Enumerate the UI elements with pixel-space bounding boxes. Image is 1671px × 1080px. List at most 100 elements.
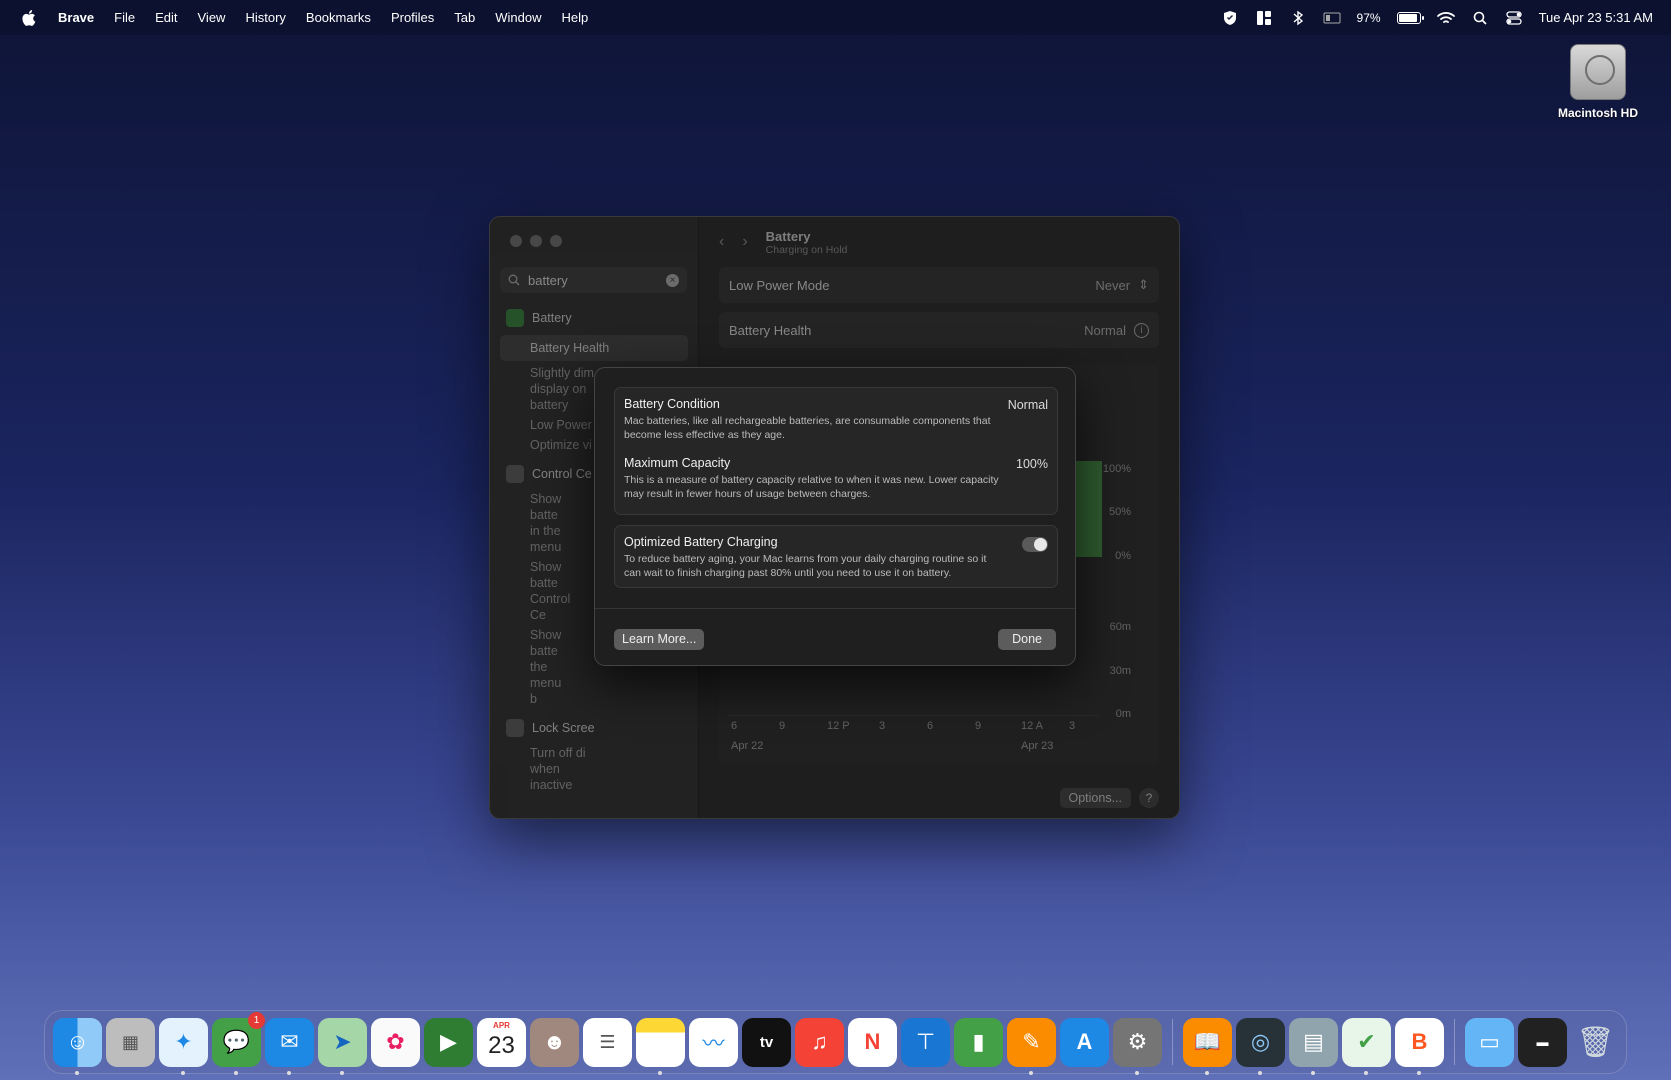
- books-icon[interactable]: 📖: [1183, 1017, 1232, 1075]
- sidebar-result-turn-off-display[interactable]: Turn off di when inactive: [500, 745, 590, 793]
- mail-icon[interactable]: ✉: [265, 1017, 314, 1075]
- settings-search-field[interactable]: battery ×: [500, 267, 687, 293]
- sidebar-item-lock-screen[interactable]: Lock Scree: [500, 715, 688, 741]
- minimize-window-button[interactable]: [530, 235, 542, 247]
- apple-menu-icon[interactable]: [20, 9, 38, 27]
- menu-tab[interactable]: Tab: [454, 10, 475, 25]
- display-icon[interactable]: [1323, 9, 1341, 27]
- trash-icon[interactable]: 🗑: [1571, 1018, 1620, 1067]
- contacts-icon[interactable]: ☻: [530, 1017, 579, 1067]
- battery-icon[interactable]: [1396, 11, 1424, 24]
- sidebar-item-battery[interactable]: Battery: [500, 305, 688, 331]
- clear-search-icon[interactable]: ×: [666, 273, 679, 287]
- optimized-charging-toggle[interactable]: [1022, 537, 1048, 552]
- bluetooth-icon[interactable]: [1289, 9, 1307, 27]
- facetime-icon[interactable]: ▶: [424, 1017, 473, 1067]
- finder-icon[interactable]: ☺: [53, 1017, 102, 1075]
- menubar-clock[interactable]: Tue Apr 23 5:31 AM: [1539, 10, 1653, 25]
- updown-chevron-icon: ⇕: [1138, 277, 1149, 292]
- low-power-select[interactable]: Never ⇕: [1095, 277, 1149, 293]
- drive-label: Macintosh HD: [1557, 106, 1638, 120]
- app-menu-brave[interactable]: Brave: [58, 10, 94, 25]
- pages-icon[interactable]: ✎: [1007, 1017, 1056, 1075]
- y-tick-100: 100%: [1102, 463, 1131, 475]
- maps-icon[interactable]: ➤: [318, 1017, 367, 1075]
- quicktime-icon[interactable]: ◎: [1236, 1017, 1285, 1075]
- brave-browser-icon[interactable]: B: [1395, 1017, 1444, 1075]
- wifi-icon[interactable]: [1436, 9, 1455, 27]
- y-tick-0: 0%: [1115, 550, 1131, 562]
- search-value[interactable]: battery: [528, 273, 568, 288]
- window-tiling-icon[interactable]: [1255, 9, 1273, 27]
- menu-edit[interactable]: Edit: [155, 10, 177, 25]
- maximum-capacity-value: 100%: [1016, 457, 1048, 471]
- news-icon[interactable]: N: [848, 1017, 897, 1067]
- recent-window-icon[interactable]: ▬: [1518, 1017, 1567, 1067]
- system-settings-icon[interactable]: ⚙: [1113, 1017, 1162, 1075]
- sidebar-result-show-battery-menu[interactable]: Show batte in the menu: [500, 491, 570, 555]
- menu-window[interactable]: Window: [495, 10, 541, 25]
- control-center-icon[interactable]: [1505, 9, 1523, 27]
- x-tick: 9: [779, 720, 786, 732]
- hard-drive-icon: [1570, 44, 1626, 100]
- freeform-icon[interactable]: 〰: [689, 1017, 738, 1067]
- x-tick: 6: [927, 720, 934, 732]
- battery-info-group: Battery Condition Normal Mac batteries, …: [614, 387, 1058, 515]
- photos-icon[interactable]: ✿: [371, 1017, 420, 1067]
- music-icon[interactable]: ♫: [795, 1017, 844, 1067]
- options-button[interactable]: Options...: [1059, 788, 1131, 808]
- x-tick: 12 A: [1021, 720, 1044, 732]
- menu-bar: Brave File Edit View History Bookmarks P…: [0, 0, 1671, 35]
- notes-icon[interactable]: [636, 1017, 685, 1075]
- battery-condition-item: Battery Condition Normal Mac batteries, …: [615, 388, 1057, 442]
- macintosh-hd-desktop-icon[interactable]: Macintosh HD: [1543, 44, 1653, 120]
- menu-help[interactable]: Help: [562, 10, 589, 25]
- sidebar-result-battery-health[interactable]: Battery Health: [500, 335, 688, 361]
- menu-file[interactable]: File: [114, 10, 135, 25]
- x-date: Apr 23: [1021, 740, 1054, 752]
- back-arrow-icon[interactable]: ‹: [719, 233, 724, 251]
- done-button[interactable]: Done: [998, 629, 1056, 650]
- spotlight-search-icon[interactable]: [1471, 9, 1489, 27]
- window-controls: [510, 235, 562, 247]
- zoom-window-button[interactable]: [550, 235, 562, 247]
- optimized-charging-group: Optimized Battery Charging To reduce bat…: [614, 525, 1058, 588]
- y-tick-50: 50%: [1108, 506, 1131, 518]
- preview-icon[interactable]: ▤: [1289, 1017, 1338, 1075]
- calendar-icon[interactable]: APR 23: [477, 1017, 526, 1067]
- app-store-icon[interactable]: A: [1060, 1017, 1109, 1067]
- menu-profiles[interactable]: Profiles: [391, 10, 434, 25]
- help-button[interactable]: ?: [1139, 788, 1159, 808]
- messages-badge: 1: [248, 1011, 265, 1029]
- apple-tv-icon[interactable]: tv: [742, 1017, 791, 1067]
- menu-history[interactable]: History: [245, 10, 285, 25]
- battery-condition-title: Battery Condition: [624, 397, 720, 411]
- sidebar-group-label: Control Ce: [532, 467, 592, 481]
- downloads-folder-icon[interactable]: ▭: [1465, 1017, 1514, 1067]
- safari-icon[interactable]: ✦: [159, 1017, 208, 1075]
- maximum-capacity-desc: This is a measure of battery capacity re…: [624, 474, 999, 500]
- search-icon: [508, 274, 520, 286]
- menu-view[interactable]: View: [198, 10, 226, 25]
- battery-condition-desc: Mac batteries, like all rechargeable bat…: [624, 415, 991, 441]
- battery-level-bar: [1074, 461, 1102, 557]
- launchpad-icon[interactable]: ▦: [106, 1017, 155, 1067]
- info-icon[interactable]: i: [1134, 322, 1149, 338]
- battery-condition-value: Normal: [1007, 398, 1048, 412]
- sidebar-result-show-battery-cc[interactable]: Show batte Control Ce: [500, 559, 570, 623]
- numbers-icon[interactable]: ▮: [954, 1017, 1003, 1067]
- menu-bookmarks[interactable]: Bookmarks: [306, 10, 371, 25]
- close-window-button[interactable]: [510, 235, 522, 247]
- reminders-icon[interactable]: ☰: [583, 1017, 632, 1067]
- messages-icon[interactable]: 💬 1: [212, 1011, 265, 1075]
- brave-shield-icon[interactable]: [1221, 9, 1239, 27]
- maximum-capacity-title: Maximum Capacity: [624, 456, 731, 470]
- control-center-pane-icon: [506, 465, 524, 483]
- sidebar-result-show-battery-menubar[interactable]: Show batte the menu b: [500, 627, 570, 707]
- dock-separator: [1172, 1019, 1173, 1065]
- y-tick-60m: 60m: [1109, 621, 1131, 633]
- security-shield-icon[interactable]: ✔: [1342, 1017, 1391, 1075]
- forward-arrow-icon[interactable]: ›: [742, 233, 747, 251]
- keynote-icon[interactable]: ⊤: [901, 1017, 950, 1067]
- learn-more-button[interactable]: Learn More...: [614, 629, 705, 650]
